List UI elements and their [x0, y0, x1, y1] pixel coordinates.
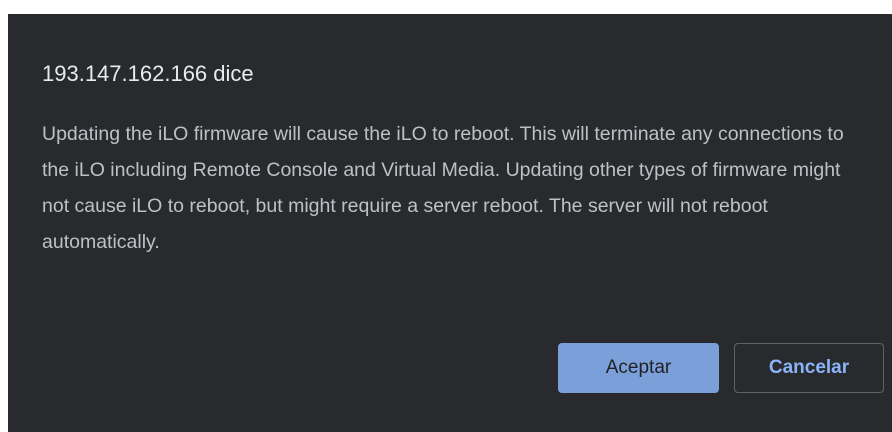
dialog-buttons: Aceptar Cancelar: [558, 343, 884, 393]
dialog-message: Updating the iLO firmware will cause the…: [42, 123, 844, 253]
cancel-button[interactable]: Cancelar: [734, 343, 884, 393]
accept-button[interactable]: Aceptar: [558, 343, 719, 393]
dialog-title: 193.147.162.166 dice: [42, 61, 254, 86]
alert-dialog: 193.147.162.166 dice Updating the iLO fi…: [8, 14, 892, 432]
